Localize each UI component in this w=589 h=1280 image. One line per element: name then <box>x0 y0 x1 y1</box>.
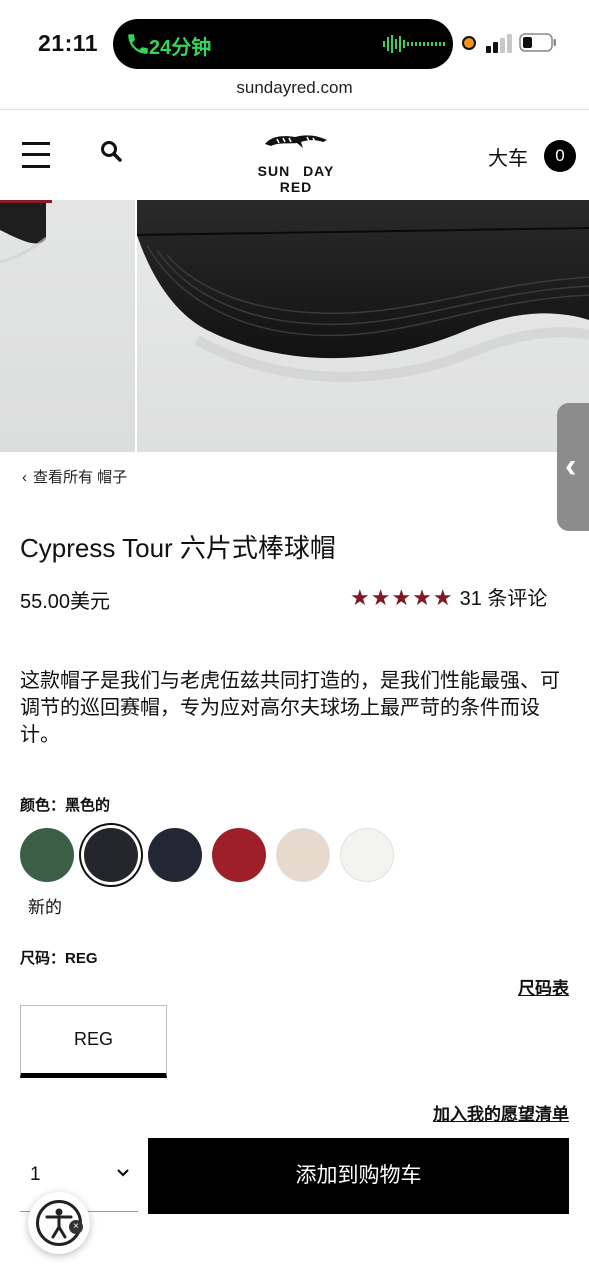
product-price: 55.00美元 <box>20 591 111 613</box>
sun-day-red-logo[interactable]: SUN DAY RED <box>236 130 356 195</box>
cap-side-image <box>0 200 48 264</box>
accessibility-widget-button[interactable]: × <box>28 1192 90 1254</box>
breadcrumb-label: 查看所有 帽子 <box>33 469 128 486</box>
quantity-value: 1 <box>30 1164 41 1185</box>
color-swatch-navy[interactable] <box>148 828 202 882</box>
close-icon[interactable]: × <box>69 1220 83 1234</box>
color-swatch-beige[interactable] <box>276 828 330 882</box>
search-icon[interactable] <box>100 140 122 162</box>
status-time: 21:11 <box>38 30 99 56</box>
color-swatch-red[interactable] <box>212 828 266 882</box>
color-swatch-white[interactable] <box>340 828 394 882</box>
recording-indicator-icon <box>462 36 476 50</box>
browser-url[interactable]: sundayred.com <box>0 78 589 110</box>
cellular-signal-icon <box>486 34 512 53</box>
cart-label[interactable]: 大车 <box>488 142 528 171</box>
call-timer: 24分钟 <box>149 37 212 59</box>
status-bar: 21:11 24分钟 <box>0 0 589 78</box>
battery-icon <box>519 33 556 52</box>
dynamic-island-call[interactable]: 24分钟 <box>113 19 453 69</box>
chevron-down-icon <box>117 1169 129 1177</box>
color-label: 颜色：黑色的 <box>20 797 111 814</box>
color-swatch-black[interactable] <box>84 828 138 882</box>
side-panel-toggle[interactable]: ‹ <box>557 403 589 531</box>
new-tag: 新的 <box>28 898 62 917</box>
size-option-reg[interactable]: REG <box>20 1005 167 1078</box>
gallery-prev-image[interactable] <box>0 200 135 452</box>
size-chart-link[interactable]: 尺码表 <box>518 974 569 999</box>
gallery-accent-bar <box>0 200 52 203</box>
product-image-gallery[interactable] <box>0 200 589 452</box>
audio-wave-icon <box>383 35 445 53</box>
breadcrumb-back-link[interactable]: ‹ 查看所有 帽子 <box>22 466 127 487</box>
site-header: SUN DAY RED 大车 0 <box>0 110 589 200</box>
phone-icon <box>128 34 148 54</box>
logo-text: SUN DAY RED <box>257 163 335 195</box>
color-swatch-green[interactable] <box>20 828 74 882</box>
hamburger-menu-icon[interactable] <box>22 140 50 170</box>
add-to-wishlist-link[interactable]: 加入我的愿望清单 <box>433 1100 569 1125</box>
cart-count-badge[interactable]: 0 <box>544 140 576 172</box>
product-rating[interactable]: ★★★★★ 31 条评论 <box>350 582 547 611</box>
tiger-logo-icon <box>265 135 327 148</box>
review-count[interactable]: 31 条评论 <box>460 588 548 610</box>
product-title: Cypress Tour 六片式棒球帽 <box>20 533 336 563</box>
add-to-cart-button[interactable]: 添加到购物车 <box>148 1138 569 1214</box>
product-description: 这款帽子是我们与老虎伍兹共同打造的，是我们性能最强、可调节的巡回赛帽，专为应对高… <box>20 670 560 746</box>
rating-stars-icon: ★★★★★ <box>350 585 454 610</box>
cap-main-image <box>137 200 589 452</box>
size-label: 尺码：REG <box>20 950 98 967</box>
chevron-left-small-icon: ‹ <box>22 469 27 486</box>
chevron-left-icon: ‹ <box>565 447 577 485</box>
